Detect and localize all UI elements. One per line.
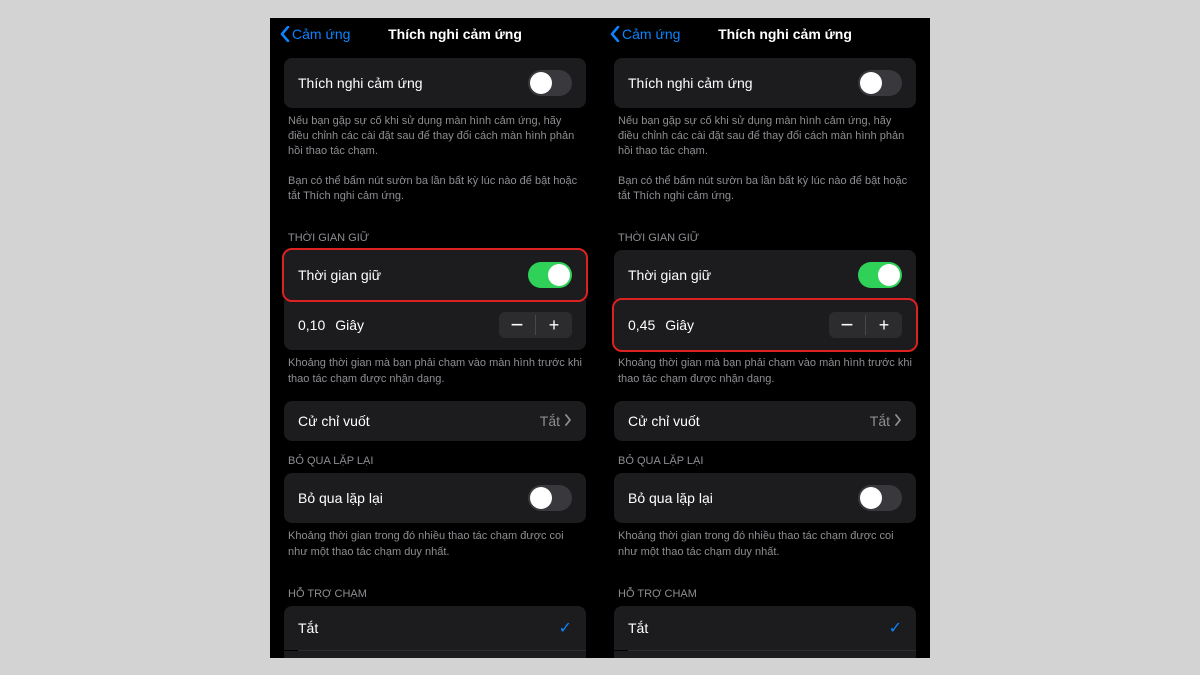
settings-screen: Cảm ứng Thích nghi cảm ứng Thích nghi cả… bbox=[600, 18, 930, 658]
assist-header: HỖ TRỢ CHẠM bbox=[614, 574, 916, 606]
increment-button[interactable]: + bbox=[536, 312, 572, 338]
row-label: Tắt bbox=[628, 620, 648, 636]
swipe-value: Tắt bbox=[870, 413, 890, 429]
hold-duration-toggle[interactable] bbox=[858, 262, 902, 288]
increment-button[interactable]: + bbox=[866, 312, 902, 338]
swipe-gestures-row[interactable]: Cử chỉ vuốt Tắt bbox=[614, 401, 916, 441]
adapt-footer-1: Nếu bạn gặp sự cố khi sử dụng màn hình c… bbox=[284, 108, 586, 174]
tap-assist-initial-row[interactable]: Sử dụng vị trí chạm ban đầu bbox=[614, 651, 916, 657]
touch-accommodations-row[interactable]: Thích nghi cảm ứng bbox=[284, 58, 586, 108]
adapt-footer-1: Nếu bạn gặp sự cố khi sử dụng màn hình c… bbox=[614, 108, 916, 174]
row-label: Cử chỉ vuốt bbox=[298, 413, 370, 429]
hold-duration-value-row: 0,10 Giây − + bbox=[284, 300, 586, 350]
back-button[interactable]: Cảm ứng bbox=[280, 26, 350, 42]
hold-value: 0,45 bbox=[628, 317, 655, 333]
back-label: Cảm ứng bbox=[292, 26, 350, 42]
tap-assist-initial-row[interactable]: Sử dụng vị trí chạm ban đầu bbox=[284, 651, 586, 657]
page-title: Thích nghi cảm ứng bbox=[310, 26, 600, 42]
adapt-footer-2: Bạn có thể bấm nút sườn ba lần bất kỳ lú… bbox=[614, 174, 916, 219]
chevron-right-icon bbox=[894, 413, 902, 429]
touch-accommodations-toggle[interactable] bbox=[528, 70, 572, 96]
decrement-button[interactable]: − bbox=[499, 312, 535, 338]
decrement-button[interactable]: − bbox=[829, 312, 865, 338]
hold-duration-row[interactable]: Thời gian giữ bbox=[284, 250, 586, 300]
nav-bar: Cảm ứng Thích nghi cảm ứng bbox=[600, 18, 930, 48]
hold-duration-toggle[interactable] bbox=[528, 262, 572, 288]
ignore-footer: Khoảng thời gian trong đó nhiều thao tác… bbox=[614, 523, 916, 574]
nav-bar: Cảm ứng Thích nghi cảm ứng bbox=[270, 18, 600, 48]
row-label: Tắt bbox=[298, 620, 318, 636]
tap-assist-off-row[interactable]: Tắt ✓ bbox=[284, 606, 586, 650]
row-label: Thích nghi cảm ứng bbox=[298, 75, 423, 91]
hold-footer: Khoảng thời gian mà bạn phải chạm vào mà… bbox=[614, 350, 916, 401]
back-label: Cảm ứng bbox=[622, 26, 680, 42]
row-label: Cử chỉ vuốt bbox=[628, 413, 700, 429]
ignore-footer: Khoảng thời gian trong đó nhiều thao tác… bbox=[284, 523, 586, 574]
row-label: Bỏ qua lặp lại bbox=[628, 490, 713, 506]
row-label: Thời gian giữ bbox=[298, 267, 381, 283]
settings-screen: Cảm ứng Thích nghi cảm ứng Thích nghi cả… bbox=[270, 18, 600, 658]
row-label: Thời gian giữ bbox=[628, 267, 711, 283]
back-button[interactable]: Cảm ứng bbox=[610, 26, 680, 42]
ignore-header: BỎ QUA LẶP LẠI bbox=[614, 441, 916, 473]
ignore-header: BỎ QUA LẶP LẠI bbox=[284, 441, 586, 473]
row-label: Bỏ qua lặp lại bbox=[298, 490, 383, 506]
hold-header: THỜI GIAN GIỮ bbox=[614, 218, 916, 250]
ignore-repeat-row[interactable]: Bỏ qua lặp lại bbox=[284, 473, 586, 523]
ignore-repeat-row[interactable]: Bỏ qua lặp lại bbox=[614, 473, 916, 523]
duration-stepper: − + bbox=[499, 312, 572, 338]
checkmark-icon: ✓ bbox=[559, 618, 572, 638]
hold-value: 0,10 bbox=[298, 317, 325, 333]
hold-footer: Khoảng thời gian mà bạn phải chạm vào mà… bbox=[284, 350, 586, 401]
touch-accommodations-row[interactable]: Thích nghi cảm ứng bbox=[614, 58, 916, 108]
page-title: Thích nghi cảm ứng bbox=[640, 26, 930, 42]
checkmark-icon: ✓ bbox=[889, 618, 902, 638]
assist-header: HỖ TRỢ CHẠM bbox=[284, 574, 586, 606]
hold-duration-value-row: 0,45 Giây − + bbox=[614, 300, 916, 350]
duration-stepper: − + bbox=[829, 312, 902, 338]
row-label: Thích nghi cảm ứng bbox=[628, 75, 753, 91]
chevron-right-icon bbox=[564, 413, 572, 429]
hold-duration-row[interactable]: Thời gian giữ bbox=[614, 250, 916, 300]
swipe-value: Tắt bbox=[540, 413, 560, 429]
touch-accommodations-toggle[interactable] bbox=[858, 70, 902, 96]
ignore-repeat-toggle[interactable] bbox=[528, 485, 572, 511]
hold-unit: Giây bbox=[335, 317, 364, 333]
hold-unit: Giây bbox=[665, 317, 694, 333]
adapt-footer-2: Bạn có thể bấm nút sườn ba lần bất kỳ lú… bbox=[284, 174, 586, 219]
swipe-gestures-row[interactable]: Cử chỉ vuốt Tắt bbox=[284, 401, 586, 441]
tap-assist-off-row[interactable]: Tắt ✓ bbox=[614, 606, 916, 650]
hold-header: THỜI GIAN GIỮ bbox=[284, 218, 586, 250]
ignore-repeat-toggle[interactable] bbox=[858, 485, 902, 511]
